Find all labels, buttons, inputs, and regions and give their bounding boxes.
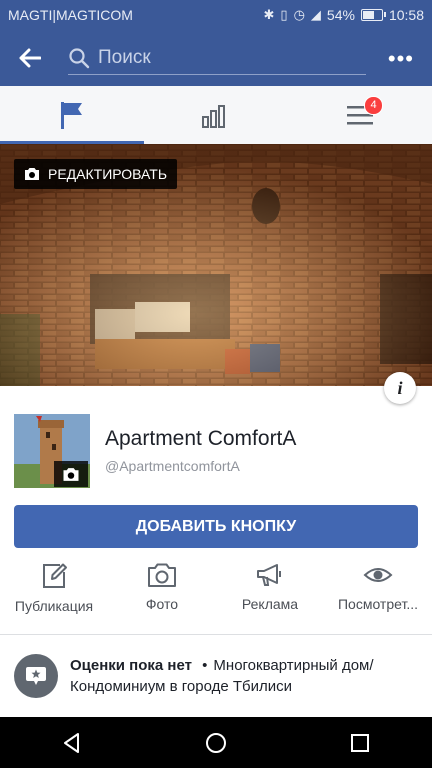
top-bar: Поиск •••	[0, 30, 432, 86]
back-arrow-icon	[19, 48, 41, 68]
camera-icon	[25, 168, 39, 180]
publish-action[interactable]: Публикация	[0, 562, 108, 634]
ads-action[interactable]: Реклама	[216, 562, 324, 634]
separator: •	[202, 657, 208, 674]
edit-cover-button[interactable]: РЕДАКТИРОВАТЬ	[14, 159, 178, 189]
notification-badge: 4	[364, 96, 383, 115]
ads-label: Реклама	[241, 596, 299, 612]
tab-menu[interactable]: 4	[288, 86, 432, 144]
megaphone-icon	[257, 564, 281, 586]
tab-insights[interactable]	[144, 86, 288, 144]
flag-icon	[61, 102, 82, 129]
more-options-button[interactable]: •••	[388, 46, 414, 72]
status-icons: ✱ ▯ ◷ ◢ 54% 10:58	[264, 7, 424, 23]
page-info-row[interactable]: Оценки пока нет • Многоквартирный дом/Кон…	[0, 635, 432, 717]
star-bubble-icon	[26, 667, 46, 685]
nav-recents-icon[interactable]	[349, 732, 371, 754]
change-profile-photo-button[interactable]	[54, 461, 88, 487]
view-as-action[interactable]: Посмотрет...	[324, 562, 432, 634]
battery-percent: 54%	[326, 7, 355, 23]
rating-icon	[14, 654, 58, 698]
system-nav-bar	[0, 717, 432, 768]
rating-text: Оценки пока нет • Многоквартирный дом/Кон…	[70, 655, 420, 697]
battery-fill	[362, 11, 374, 19]
search-placeholder: Поиск	[98, 47, 151, 68]
camera-icon	[148, 563, 176, 587]
alarm-icon: ◷	[293, 7, 305, 22]
edit-icon	[43, 563, 67, 588]
edit-cover-label: РЕДАКТИРОВАТЬ	[48, 166, 168, 182]
search-field[interactable]: Поиск	[68, 42, 366, 75]
nav-back-icon[interactable]	[61, 732, 83, 754]
photo-label: Фото	[145, 596, 179, 612]
page-name: Apartment ComfortA	[105, 427, 297, 450]
vibrate-icon: ▯	[280, 7, 288, 22]
bluetooth-icon: ✱	[263, 7, 275, 22]
search-icon	[69, 48, 90, 69]
status-bar: MAGTI|MAGTICOM ✱ ▯ ◷ ◢ 54% 10:58	[0, 0, 432, 30]
photo-action[interactable]: Фото	[108, 562, 216, 634]
bar-chart-icon	[202, 105, 225, 128]
info-icon[interactable]: i	[384, 372, 416, 404]
signal-icon: ◢	[310, 7, 321, 22]
rating-title: Оценки пока нет	[70, 657, 192, 674]
eye-icon	[363, 568, 393, 582]
tab-page[interactable]	[0, 86, 144, 145]
carrier-name: MAGTI|MAGTICOM	[8, 7, 133, 23]
page-username: @ApartmentcomfortA	[105, 458, 240, 474]
nav-home-icon[interactable]	[204, 731, 228, 755]
page-tabs: 4	[0, 86, 432, 145]
battery-icon	[360, 9, 386, 21]
clock: 10:58	[388, 7, 424, 23]
camera-icon	[63, 467, 79, 481]
action-bar: Публикация Фото Реклама Посмотрет...	[0, 562, 432, 634]
publish-label: Публикация	[14, 598, 94, 614]
view-as-label: Посмотрет...	[337, 596, 418, 612]
add-button[interactable]: ДОБАВИТЬ КНОПКУ	[14, 505, 418, 548]
back-button[interactable]	[0, 48, 60, 68]
